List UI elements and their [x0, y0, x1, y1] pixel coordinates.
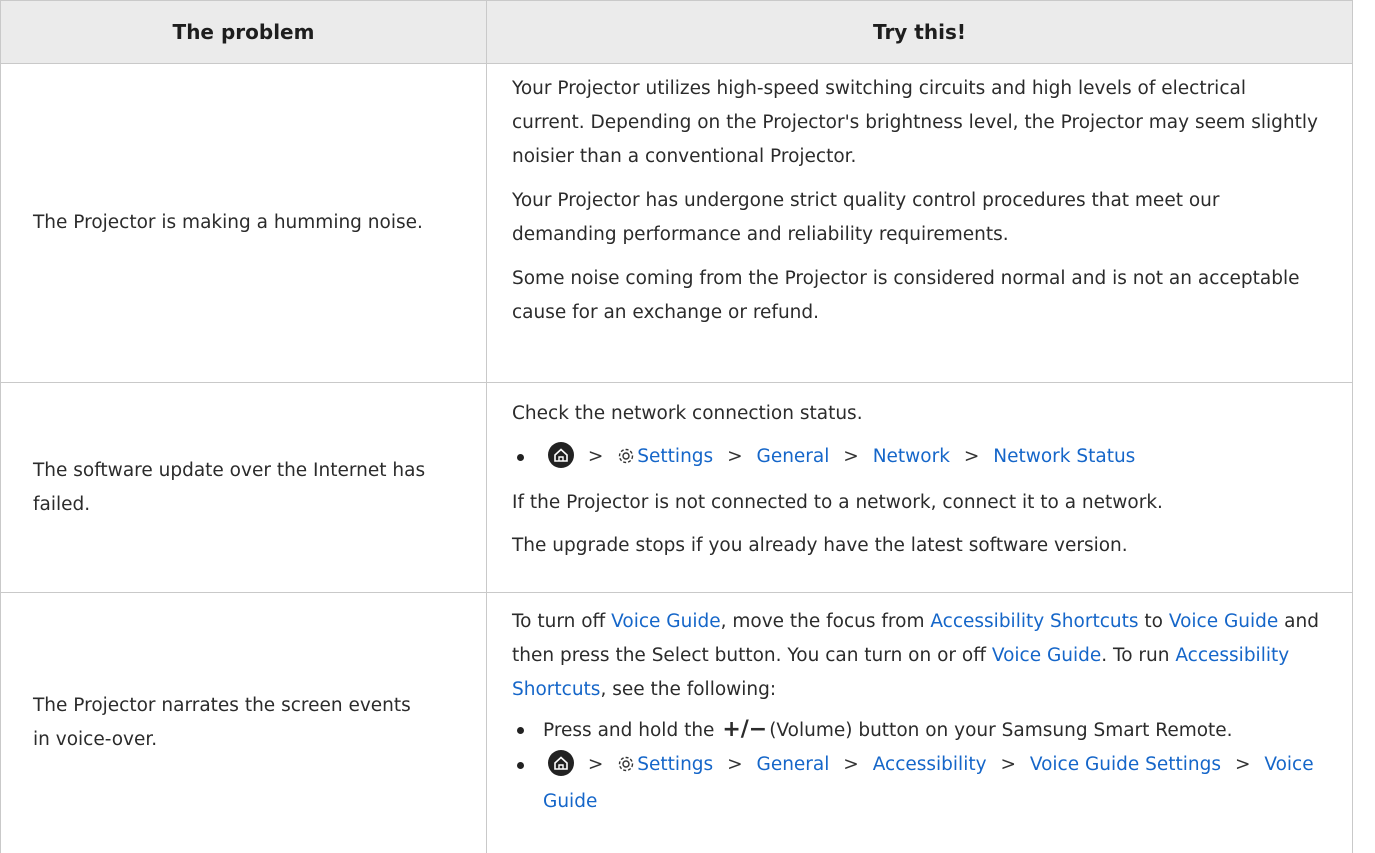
solution-paragraph: The upgrade stops if you already have th… — [512, 535, 1128, 556]
gear-icon — [617, 751, 635, 785]
path-general[interactable]: General — [756, 446, 829, 467]
solution-cell: To turn off Voice Guide, move the focus … — [487, 593, 1352, 853]
menu-path: > Settings > General > Accessibility > V… — [512, 748, 1324, 819]
chevron-right-icon: > — [587, 446, 604, 467]
link-voice-guide[interactable]: Voice Guide — [1169, 611, 1278, 632]
solution-cell: Your Projector utilizes high-speed switc… — [487, 64, 1352, 382]
bullet-icon — [517, 454, 524, 461]
solution-cell: Check the network connection status. > S… — [487, 383, 1352, 592]
text: (Volume) button on your Samsung Smart Re… — [769, 720, 1233, 741]
header-solution: Try this! — [873, 20, 966, 44]
list-item: Press and hold the +/− (Volume) button on… — [512, 713, 1324, 748]
text: , move the focus from — [720, 611, 931, 632]
chevron-right-icon: > — [727, 754, 743, 775]
solution-paragraph: If the Projector is not connected to a n… — [512, 492, 1163, 513]
text: . To run — [1101, 645, 1176, 666]
text: to — [1138, 611, 1169, 632]
volume-icon: +/− — [722, 717, 768, 742]
solution-paragraph: Some noise coming from the Projector is … — [512, 268, 1300, 323]
chevron-right-icon: > — [587, 754, 604, 775]
table-header: The problem Try this! — [1, 0, 1352, 64]
table-row: The software update over the Internet ha… — [1, 383, 1352, 593]
problem-cell: The software update over the Internet ha… — [1, 383, 487, 592]
table-row: The Projector narrates the screen events… — [1, 593, 1352, 853]
bullet-icon — [517, 762, 524, 769]
path-network[interactable]: Network — [873, 446, 950, 467]
bullet-icon — [517, 727, 524, 734]
header-problem: The problem — [1, 1, 487, 63]
path-voice-guide-settings[interactable]: Voice Guide Settings — [1030, 754, 1221, 775]
home-icon — [548, 750, 574, 776]
text: Press and hold the — [543, 720, 721, 741]
path-general[interactable]: General — [756, 754, 829, 775]
chevron-right-icon: > — [1000, 754, 1016, 775]
solution-paragraph: To turn off Voice Guide, move the focus … — [512, 605, 1324, 707]
link-accessibility-shortcuts[interactable]: Accessibility Shortcuts — [930, 611, 1138, 632]
troubleshooting-table: The problem Try this! The Projector is m… — [0, 0, 1353, 853]
chevron-right-icon: > — [1234, 754, 1251, 775]
chevron-right-icon: > — [963, 446, 980, 467]
text: To turn off — [512, 611, 612, 632]
solution-paragraph: Your Projector has undergone strict qual… — [512, 190, 1220, 245]
problem-cell: The Projector narrates the screen events… — [1, 593, 487, 853]
table-row: The Projector is making a humming noise.… — [1, 64, 1352, 383]
home-icon — [548, 442, 574, 468]
path-settings[interactable]: Settings — [637, 446, 713, 467]
link-voice-guide[interactable]: Voice Guide — [611, 611, 720, 632]
solution-paragraph: Your Projector utilizes high-speed switc… — [512, 78, 1318, 167]
solution-paragraph: Check the network connection status. — [512, 403, 863, 424]
chevron-right-icon: > — [727, 446, 743, 467]
path-network-status[interactable]: Network Status — [993, 446, 1135, 467]
link-voice-guide[interactable]: Voice Guide — [992, 645, 1101, 666]
text: , see the following: — [600, 679, 777, 700]
chevron-right-icon: > — [843, 446, 859, 467]
gear-icon — [617, 443, 635, 477]
chevron-right-icon: > — [843, 754, 859, 775]
menu-path: > Settings > General > Network > Network… — [512, 440, 1324, 477]
problem-cell: The Projector is making a humming noise. — [1, 64, 487, 382]
path-accessibility[interactable]: Accessibility — [873, 754, 987, 775]
path-settings[interactable]: Settings — [637, 754, 713, 775]
